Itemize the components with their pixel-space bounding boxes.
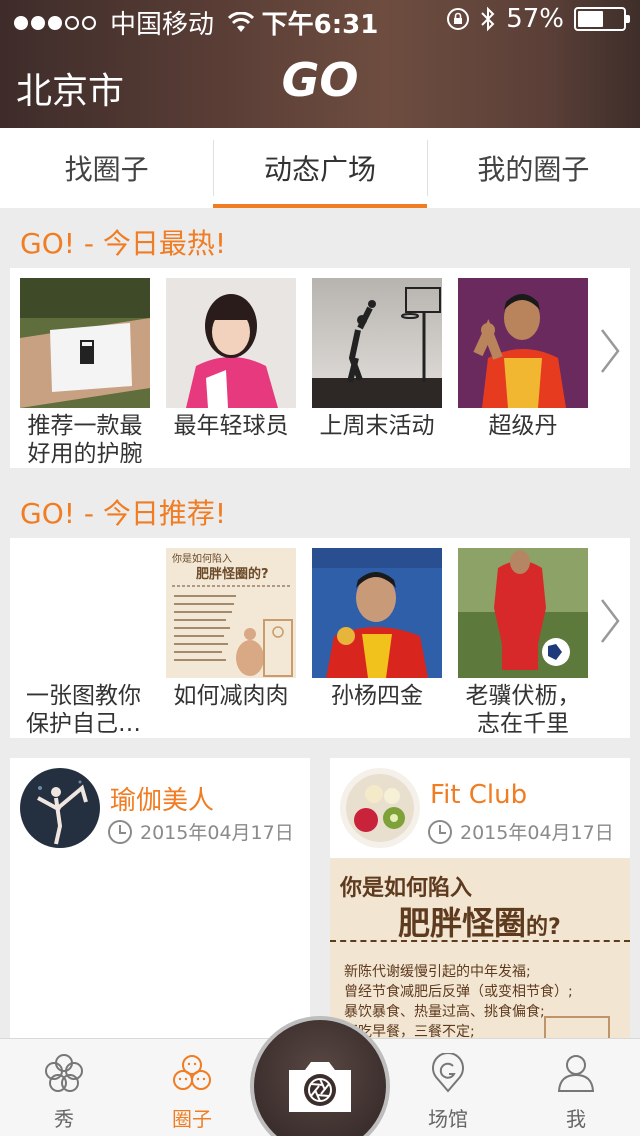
post-image-line: 新陈代谢缓慢引起的中年发福; xyxy=(344,964,531,980)
status-bar: 中国移动 下午6:31 57% xyxy=(0,0,640,40)
recommend-strip: 一张图教你保护自己… 你是如何陷入 肥胖怪圈的? 如何减肉肉 孙杨四金 老骥伏枥… xyxy=(10,538,630,738)
recommend-card[interactable]: 你是如何陷入 肥胖怪圈的? 如何减肉肉 xyxy=(166,548,296,710)
camera-shutter-icon xyxy=(289,1062,351,1112)
hot-card[interactable]: 上周末活动 xyxy=(312,278,442,440)
svg-text:肥胖怪圈的?: 肥胖怪圈的? xyxy=(196,566,269,582)
tab-me-label: 我 xyxy=(566,1107,586,1131)
bluetooth-icon xyxy=(481,6,495,32)
tab-me[interactable]: 我 xyxy=(512,1039,640,1136)
person-icon xyxy=(557,1055,595,1092)
recommend-card-label: 老骥伏枥，志在千里 xyxy=(465,683,581,737)
segment-tabs: 找圈子 动态广场 我的圈子 xyxy=(0,128,640,208)
hot-card[interactable]: 推荐一款最好用的护腕 xyxy=(20,278,150,468)
app-header: 中国移动 下午6:31 57% 北京市 GO xyxy=(0,0,640,128)
clover-icon xyxy=(45,1054,83,1092)
tab-find-circle[interactable]: 找圈子 xyxy=(0,128,213,208)
tab-circle-label: 圈子 xyxy=(172,1107,212,1131)
tab-label: 动态广场 xyxy=(263,153,376,186)
recommend-card[interactable]: 老骥伏枥，志在千里 xyxy=(458,548,588,738)
location-pin-icon xyxy=(432,1053,464,1093)
orientation-lock-icon xyxy=(447,8,470,30)
recommend-card-label: 如何减肉肉 xyxy=(173,683,289,709)
feed-author-name[interactable]: Fit Club xyxy=(430,780,527,810)
yoga-avatar[interactable] xyxy=(20,768,100,848)
divider xyxy=(330,940,630,942)
chevron-right-icon[interactable] xyxy=(598,326,622,376)
recommend-card[interactable]: 孙杨四金 xyxy=(312,548,442,710)
recommend-section-title: GO! - 今日推荐! xyxy=(20,497,227,530)
post-image-headline-suffix: 的? xyxy=(526,915,561,940)
hot-card-label: 超级丹 xyxy=(488,413,558,439)
hot-card-label: 最年轻球员 xyxy=(173,413,289,439)
fruit-bowl-avatar[interactable] xyxy=(340,768,420,848)
post-image-headline: 肥胖怪圈的? xyxy=(398,898,561,944)
feed-date: 2015年04月17日 xyxy=(428,818,614,845)
tab-venue[interactable]: 场馆 xyxy=(384,1039,512,1136)
post-image-line: 暴饮暴食、热量过高、挑食偏食; xyxy=(344,1004,545,1020)
feed-date-text: 2015年04月17日 xyxy=(460,822,614,844)
tab-show-label: 秀 xyxy=(54,1107,74,1131)
feed-date-text: 2015年04月17日 xyxy=(140,822,294,844)
hot-card-label: 推荐一款最好用的护腕 xyxy=(27,413,143,467)
tab-my-circles[interactable]: 我的圈子 xyxy=(426,128,640,208)
feed-card[interactable]: Fit Club 2015年04月17日 你是如何陷入 肥胖怪圈的? 新陈代谢缓… xyxy=(330,758,630,1048)
weight-infographic: 你是如何陷入 肥胖怪圈的? xyxy=(166,548,296,678)
hot-strip: 推荐一款最好用的护腕 最年轻球员 上周末活动 超级丹 xyxy=(10,268,630,468)
tab-venue-label: 场馆 xyxy=(428,1107,468,1131)
post-image-line: 曾经节食减肥后反弹（或变相节食）; xyxy=(344,984,573,1000)
tab-show[interactable]: 秀 xyxy=(0,1039,128,1136)
basketball-silhouette-photo xyxy=(312,278,442,408)
feed-date: 2015年04月17日 xyxy=(108,818,294,845)
feed-author-name[interactable]: 瑜伽美人 xyxy=(110,780,214,817)
hot-card-label: 上周末活动 xyxy=(319,413,435,439)
recommend-card[interactable]: 一张图教你保护自己… xyxy=(20,548,150,738)
battery-icon xyxy=(574,7,630,31)
feed-post-image[interactable]: 你是如何陷入 肥胖怪圈的? 新陈代谢缓慢引起的中年发福; 曾经节食减肥后反弹（或… xyxy=(330,858,630,1048)
chevron-right-icon[interactable] xyxy=(598,596,622,646)
hot-card[interactable]: 超级丹 xyxy=(458,278,588,440)
tab-label: 找圈子 xyxy=(64,153,149,186)
city-selector[interactable]: 北京市 xyxy=(16,62,124,114)
tab-dynamic-square[interactable]: 动态广场 xyxy=(213,128,427,208)
recommend-card-label: 一张图教你保护自己… xyxy=(26,683,141,737)
battery-percent: 57% xyxy=(506,4,564,34)
table-tennis-girl-photo xyxy=(166,278,296,408)
clock-icon xyxy=(428,819,452,844)
group-faces-icon xyxy=(173,1055,211,1090)
hot-card[interactable]: 最年轻球员 xyxy=(166,278,296,440)
wristband-photo xyxy=(20,278,150,408)
svg-text:GO: GO xyxy=(282,53,359,106)
tab-circle[interactable]: 圈子 xyxy=(128,1039,256,1136)
clock-icon xyxy=(108,819,132,844)
swimmer-medal-photo xyxy=(312,548,442,678)
post-image-text: 新陈代谢缓慢引起的中年发福; 曾经节食减肥后反弹（或变相节食）; 暴饮暴食、热量… xyxy=(344,962,573,1042)
football-player-photo xyxy=(458,548,588,678)
badminton-player-photo xyxy=(458,278,588,408)
tab-label: 我的圈子 xyxy=(477,153,590,186)
feed-card[interactable]: 瑜伽美人 2015年04月17日 xyxy=(10,758,310,1048)
hot-section-title: GO! - 今日最热! xyxy=(20,227,227,260)
svg-text:你是如何陷入: 你是如何陷入 xyxy=(172,552,232,565)
recommend-card-label: 孙杨四金 xyxy=(331,683,423,709)
thumb-empty xyxy=(20,548,150,678)
post-image-headline-main: 肥胖怪圈 xyxy=(398,904,527,942)
go-logo: GO xyxy=(282,53,359,106)
